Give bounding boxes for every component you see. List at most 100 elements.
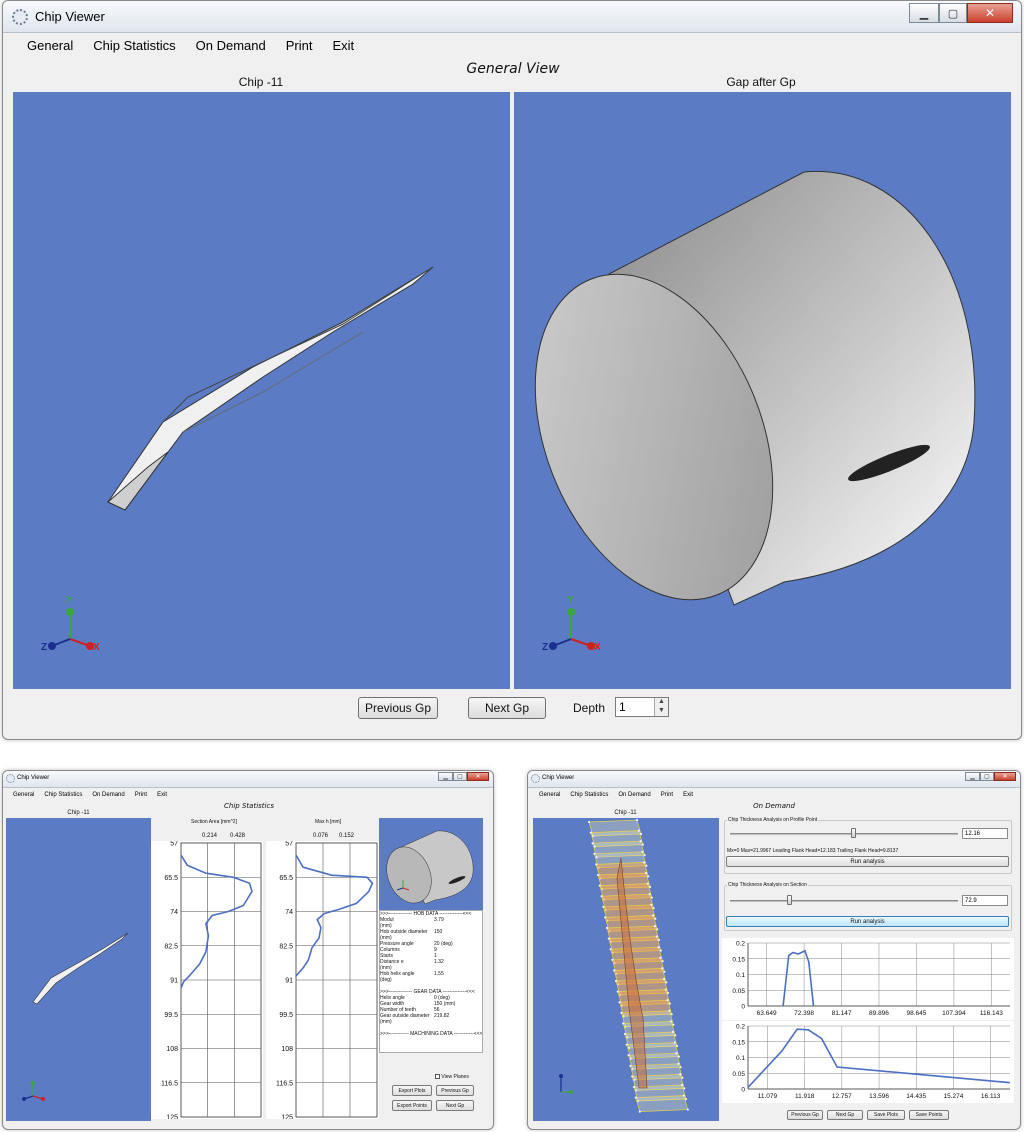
save-points-button[interactable]: Save Points: [909, 1110, 949, 1120]
minimize-icon[interactable]: ▁: [909, 3, 939, 23]
export-points-button[interactable]: Export Points: [392, 1100, 432, 1111]
chip-viewport[interactable]: Y X Z: [13, 92, 510, 689]
section-point: [675, 1052, 678, 1055]
menu-exit[interactable]: Exit: [157, 792, 167, 798]
close-icon[interactable]: ✕: [994, 772, 1016, 781]
machine-data-list[interactable]: >>>-------------- HOB DATA -------------…: [379, 910, 483, 1053]
maximize-icon[interactable]: ▢: [939, 3, 967, 23]
menu-chip-statistics[interactable]: Chip Statistics: [570, 792, 608, 798]
gap-viewport[interactable]: Y X Z: [514, 92, 1011, 689]
next-gp-button[interactable]: Next Gp: [827, 1110, 863, 1120]
menu-bar: General Chip Statistics On Demand Print …: [13, 792, 167, 798]
menu-on-demand[interactable]: On Demand: [618, 792, 650, 798]
section-point: [596, 873, 600, 877]
view-planes-checkbox[interactable]: View Planes: [435, 1074, 469, 1080]
menu-general[interactable]: General: [539, 792, 560, 798]
run-analysis-profile-button[interactable]: Run analysis: [726, 856, 1009, 867]
menu-print[interactable]: Print: [135, 792, 147, 798]
minimize-icon[interactable]: ▁: [965, 772, 980, 781]
max-h-plot: 57 65.5 74 82.5 91 99.5 108 116.5 125: [276, 841, 378, 1122]
chip-viewport[interactable]: [6, 818, 151, 1121]
y-tick-label: 57: [285, 841, 293, 848]
section-point: [613, 969, 616, 972]
axis-y-label: Y: [66, 595, 73, 606]
section-point: [652, 914, 655, 917]
arrow-down-icon[interactable]: ▼: [655, 707, 668, 716]
view-title: Chip Statistics: [224, 802, 274, 810]
section-point: [659, 956, 662, 959]
axis-z-label: Z: [542, 642, 549, 653]
section-point: [634, 1096, 637, 1099]
profile-point-slider[interactable]: [730, 833, 958, 835]
y-tick-label: 125: [281, 1115, 293, 1120]
title-bar: Chip Viewer ▁ ▢ ✕: [3, 1, 1021, 33]
profile-point-slider-thumb[interactable]: [851, 828, 856, 838]
data-row: (deg): [380, 977, 392, 983]
close-icon[interactable]: ✕: [467, 772, 489, 781]
y-tick-label: 57: [170, 841, 178, 848]
menu-general[interactable]: General: [27, 38, 73, 53]
y-tick-label: 0.1: [736, 972, 745, 979]
menu-general[interactable]: General: [13, 792, 34, 798]
previous-gp-button[interactable]: Previous Gp: [787, 1110, 823, 1120]
section-point: [605, 926, 609, 930]
depth-stepper-arrows[interactable]: ▲ ▼: [654, 698, 668, 716]
right-pane-label: Gap after Gp: [726, 75, 796, 89]
section-slider[interactable]: [730, 900, 958, 902]
y-tick-label: 91: [285, 978, 293, 985]
save-plots-button[interactable]: Save Plots: [867, 1110, 905, 1120]
section-point: [618, 1001, 621, 1004]
next-gp-button[interactable]: Next Gp: [468, 697, 546, 719]
profile-point-value[interactable]: 12.16: [962, 828, 1008, 839]
maximize-icon[interactable]: ▢: [980, 772, 994, 781]
y-tick-label: 99.5: [279, 1012, 293, 1019]
menu-print[interactable]: Print: [661, 792, 673, 798]
plot2-area: 57 65.5 74 82.5 91 99.5 108 116.5 125: [266, 841, 379, 1122]
caption-buttons: ▁ ▢ ✕: [965, 772, 1016, 781]
menu-on-demand[interactable]: On Demand: [196, 38, 266, 53]
section-point: [671, 1030, 675, 1034]
section-point: [666, 999, 669, 1002]
menu-on-demand[interactable]: On Demand: [92, 792, 124, 798]
x-tick-label: 14.435: [906, 1093, 926, 1100]
x-tick-label: 89.896: [869, 1010, 889, 1017]
section-point: [622, 1022, 625, 1025]
menu-exit[interactable]: Exit: [683, 792, 693, 798]
menu-chip-statistics[interactable]: Chip Statistics: [44, 792, 82, 798]
minimize-icon[interactable]: ▁: [438, 772, 453, 781]
menu-exit[interactable]: Exit: [332, 38, 354, 53]
close-icon[interactable]: ✕: [967, 3, 1013, 23]
section-point: [593, 852, 596, 855]
x-tick-label: 11.918: [795, 1093, 815, 1100]
section-slider-thumb[interactable]: [787, 895, 792, 905]
section-point: [609, 948, 612, 951]
gap-thumbnail[interactable]: [379, 818, 483, 910]
depth-value[interactable]: 1: [619, 700, 626, 714]
next-gp-button[interactable]: Next Gp: [436, 1100, 474, 1111]
plot2-title: Max h [mm]: [315, 819, 342, 825]
section-point: [595, 863, 598, 866]
chip-section-viewport[interactable]: [533, 818, 719, 1121]
section-point: [629, 1064, 632, 1067]
menu-chip-statistics[interactable]: Chip Statistics: [93, 38, 175, 53]
y-tick-label: 74: [285, 909, 293, 916]
section-point: [679, 1073, 682, 1076]
checkbox-icon[interactable]: [435, 1074, 440, 1080]
run-analysis-section-button[interactable]: Run analysis: [726, 916, 1009, 927]
previous-gp-button[interactable]: Previous Gp: [358, 697, 438, 719]
maximize-icon[interactable]: ▢: [453, 772, 467, 781]
section-point: [625, 1043, 628, 1046]
section-thickness-chart: 0 0.05 0.1 0.15 0.2 11.079 11.918 12.757 13.596 1…: [722, 1021, 1014, 1103]
menu-print[interactable]: Print: [286, 38, 313, 53]
export-plots-button[interactable]: Export Plots: [392, 1085, 432, 1096]
depth-stepper[interactable]: 1 ▲ ▼: [615, 697, 669, 717]
section-point: [632, 1085, 636, 1089]
series-line: [782, 949, 815, 1007]
section-point: [641, 850, 644, 853]
section-value[interactable]: 72.9: [962, 895, 1008, 906]
y-tick-label: 0.15: [732, 1039, 745, 1046]
arrow-up-icon[interactable]: ▲: [655, 698, 668, 707]
axis-y-label: Y: [567, 595, 574, 606]
x-tick-label: 63.649: [757, 1010, 777, 1017]
previous-gp-button[interactable]: Previous Gp: [436, 1085, 474, 1096]
